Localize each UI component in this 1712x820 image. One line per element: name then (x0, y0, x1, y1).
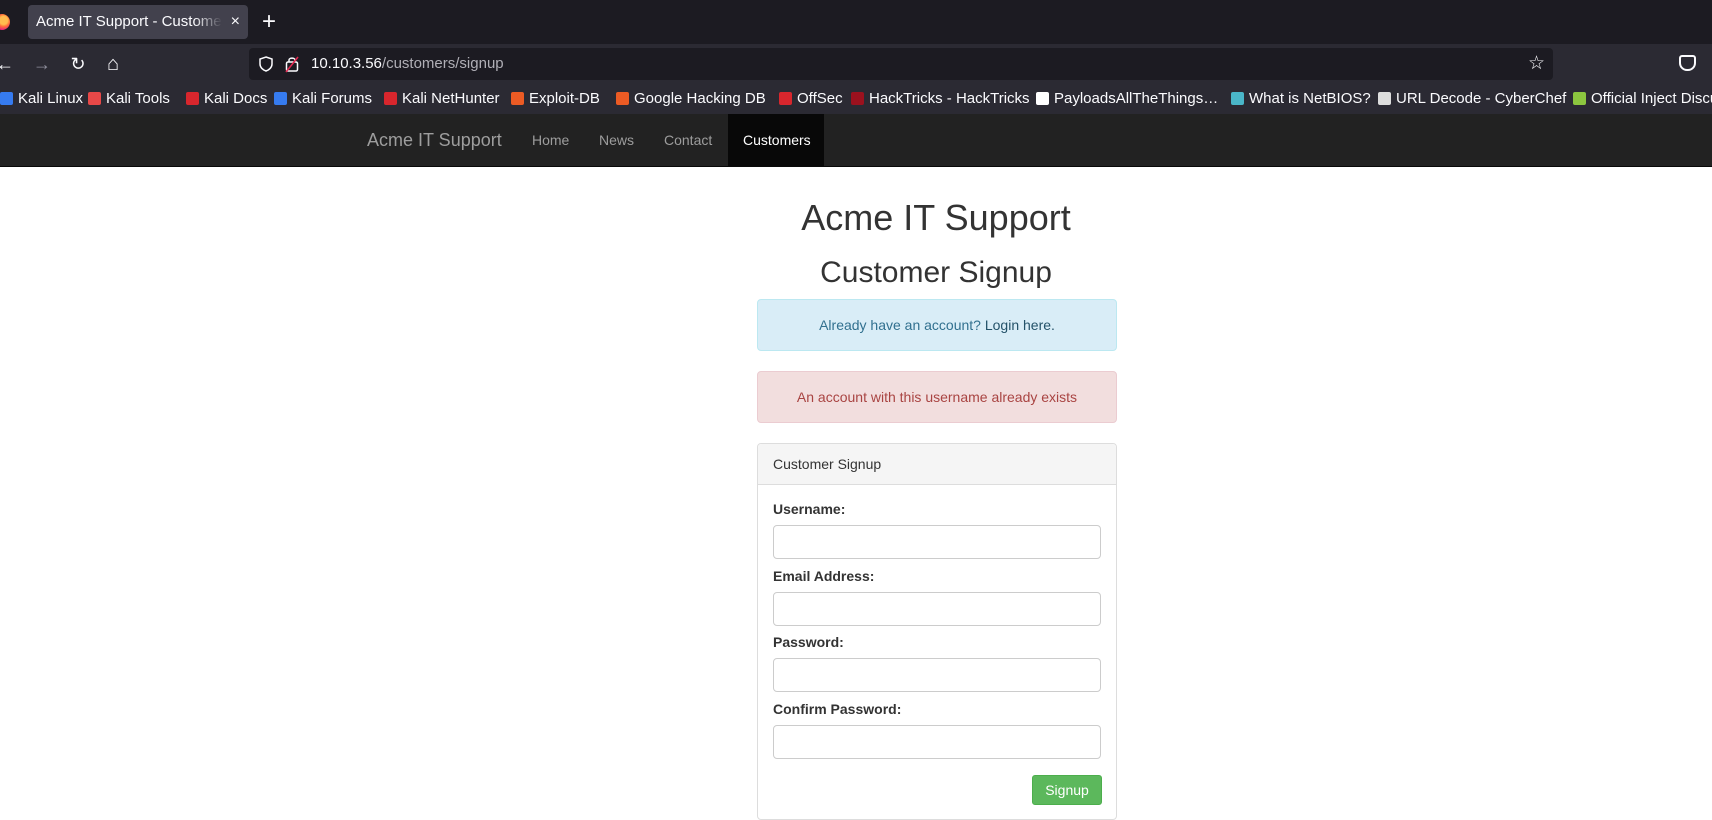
page-title: Acme IT Support (801, 197, 1071, 238)
bookmark-star-icon[interactable]: ☆ (1528, 54, 1545, 74)
url-bar[interactable]: 10.10.3.56/customers/signup ☆ (249, 48, 1553, 80)
info-alert: Already have an account? Login here. (757, 299, 1117, 351)
bookmark-label: OffSec (797, 90, 843, 107)
bookmark-label: HackTricks - HackTricks (869, 90, 1030, 107)
bookmark-label: Kali Forums (292, 90, 373, 107)
bookmark-favicon-icon (274, 92, 287, 105)
signup-button[interactable]: Signup (1032, 775, 1102, 805)
new-tab-button[interactable]: + (262, 9, 276, 35)
bookmark-item[interactable]: Exploit-DB (511, 84, 600, 114)
insecure-lock-icon[interactable] (285, 55, 299, 73)
browser-toolbar: ← → ↻ ⌂ 10.10.3.56/customers/signup ☆ (0, 44, 1712, 84)
nav-news[interactable]: News (584, 114, 649, 167)
bookmark-item[interactable]: PayloadsAllTheThings… (1036, 84, 1218, 114)
bookmark-label: Kali Docs (204, 90, 268, 107)
error-alert: An account with this username already ex… (757, 371, 1117, 423)
bookmark-label: Exploit-DB (529, 90, 600, 107)
pocket-icon[interactable] (1679, 55, 1696, 71)
bookmark-item[interactable]: Official Inject Discu (1573, 84, 1712, 114)
home-button[interactable]: ⌂ (102, 53, 124, 75)
bookmark-item[interactable]: OffSec (779, 84, 843, 114)
bookmark-label: PayloadsAllTheThings… (1054, 90, 1219, 107)
bookmark-item[interactable]: Kali Forums (274, 84, 372, 114)
nav-contact[interactable]: Contact (649, 114, 727, 167)
bookmark-favicon-icon (1231, 92, 1244, 105)
signup-panel: Customer Signup Username: Email Address:… (757, 443, 1117, 820)
bookmark-favicon-icon (88, 92, 101, 105)
nav-customers[interactable]: Customers (728, 114, 824, 167)
bookmark-label: Google Hacking DB (634, 90, 766, 107)
bookmark-favicon-icon (1036, 92, 1049, 105)
url-text[interactable]: 10.10.3.56/customers/signup (311, 48, 504, 80)
bookmark-favicon-icon (384, 92, 397, 105)
bookmark-item[interactable]: Kali Linux (0, 84, 83, 114)
confirm-password-label: Confirm Password: (773, 701, 902, 717)
bookmark-label: What is NetBIOS? (1249, 90, 1371, 107)
site-navbar: Acme IT Support Home News Contact Custom… (0, 114, 1712, 167)
password-label: Password: (773, 634, 844, 650)
site-brand[interactable]: Acme IT Support (367, 114, 502, 167)
bookmark-favicon-icon (851, 92, 864, 105)
browser-tab[interactable]: Acme IT Support - Customers × (28, 5, 248, 39)
bookmark-favicon-icon (511, 92, 524, 105)
bookmark-item[interactable]: Google Hacking DB (616, 84, 766, 114)
url-host: 10.10.3.56 (311, 55, 382, 72)
bookmark-item[interactable]: Kali Tools (88, 84, 170, 114)
bookmark-item[interactable]: Kali NetHunter (384, 84, 500, 114)
page-subtitle: Customer Signup (820, 256, 1052, 289)
info-alert-text: Already have an account? (819, 317, 985, 333)
bookmark-item[interactable]: Kali Docs (186, 84, 267, 114)
bookmark-label: URL Decode - CyberChef (1396, 90, 1567, 107)
password-input[interactable] (773, 658, 1101, 692)
url-path: /customers/signup (381, 55, 504, 72)
bookmark-favicon-icon (616, 92, 629, 105)
panel-heading: Customer Signup (758, 444, 1116, 485)
bookmark-favicon-icon (1378, 92, 1391, 105)
username-input[interactable] (773, 525, 1101, 559)
bookmark-label: Kali Linux (18, 90, 84, 107)
nav-home[interactable]: Home (517, 114, 584, 167)
tab-title: Acme IT Support - Customers (36, 13, 222, 30)
email-label: Email Address: (773, 568, 875, 584)
bookmark-favicon-icon (1573, 92, 1586, 105)
email-input[interactable] (773, 592, 1101, 626)
forward-button[interactable]: → (31, 53, 53, 75)
tracking-shield-icon[interactable] (259, 56, 273, 72)
firefox-logo-icon (0, 14, 10, 30)
bookmark-item[interactable]: URL Decode - CyberChef (1378, 84, 1566, 114)
close-tab-icon[interactable]: × (231, 5, 240, 39)
bookmark-favicon-icon (186, 92, 199, 105)
bookmark-favicon-icon (0, 92, 13, 105)
browser-tab-bar: Acme IT Support - Customers × + (0, 0, 1712, 44)
bookmark-label: Kali NetHunter (402, 90, 500, 107)
username-label: Username: (773, 501, 846, 517)
bookmark-item[interactable]: What is NetBIOS? (1231, 84, 1371, 114)
bookmark-label: Kali Tools (106, 90, 170, 107)
login-link[interactable]: Login here. (985, 317, 1055, 333)
confirm-password-input[interactable] (773, 725, 1101, 759)
bookmarks-toolbar: Kali Linux Kali Tools Kali Docs Kali Forums… (0, 84, 1712, 114)
bookmark-favicon-icon (779, 92, 792, 105)
bookmark-item[interactable]: HackTricks - HackTricks (851, 84, 1030, 114)
bookmark-label: Official Inject Discu (1591, 90, 1712, 107)
reload-button[interactable]: ↻ (67, 53, 89, 75)
back-button[interactable]: ← (0, 53, 16, 75)
